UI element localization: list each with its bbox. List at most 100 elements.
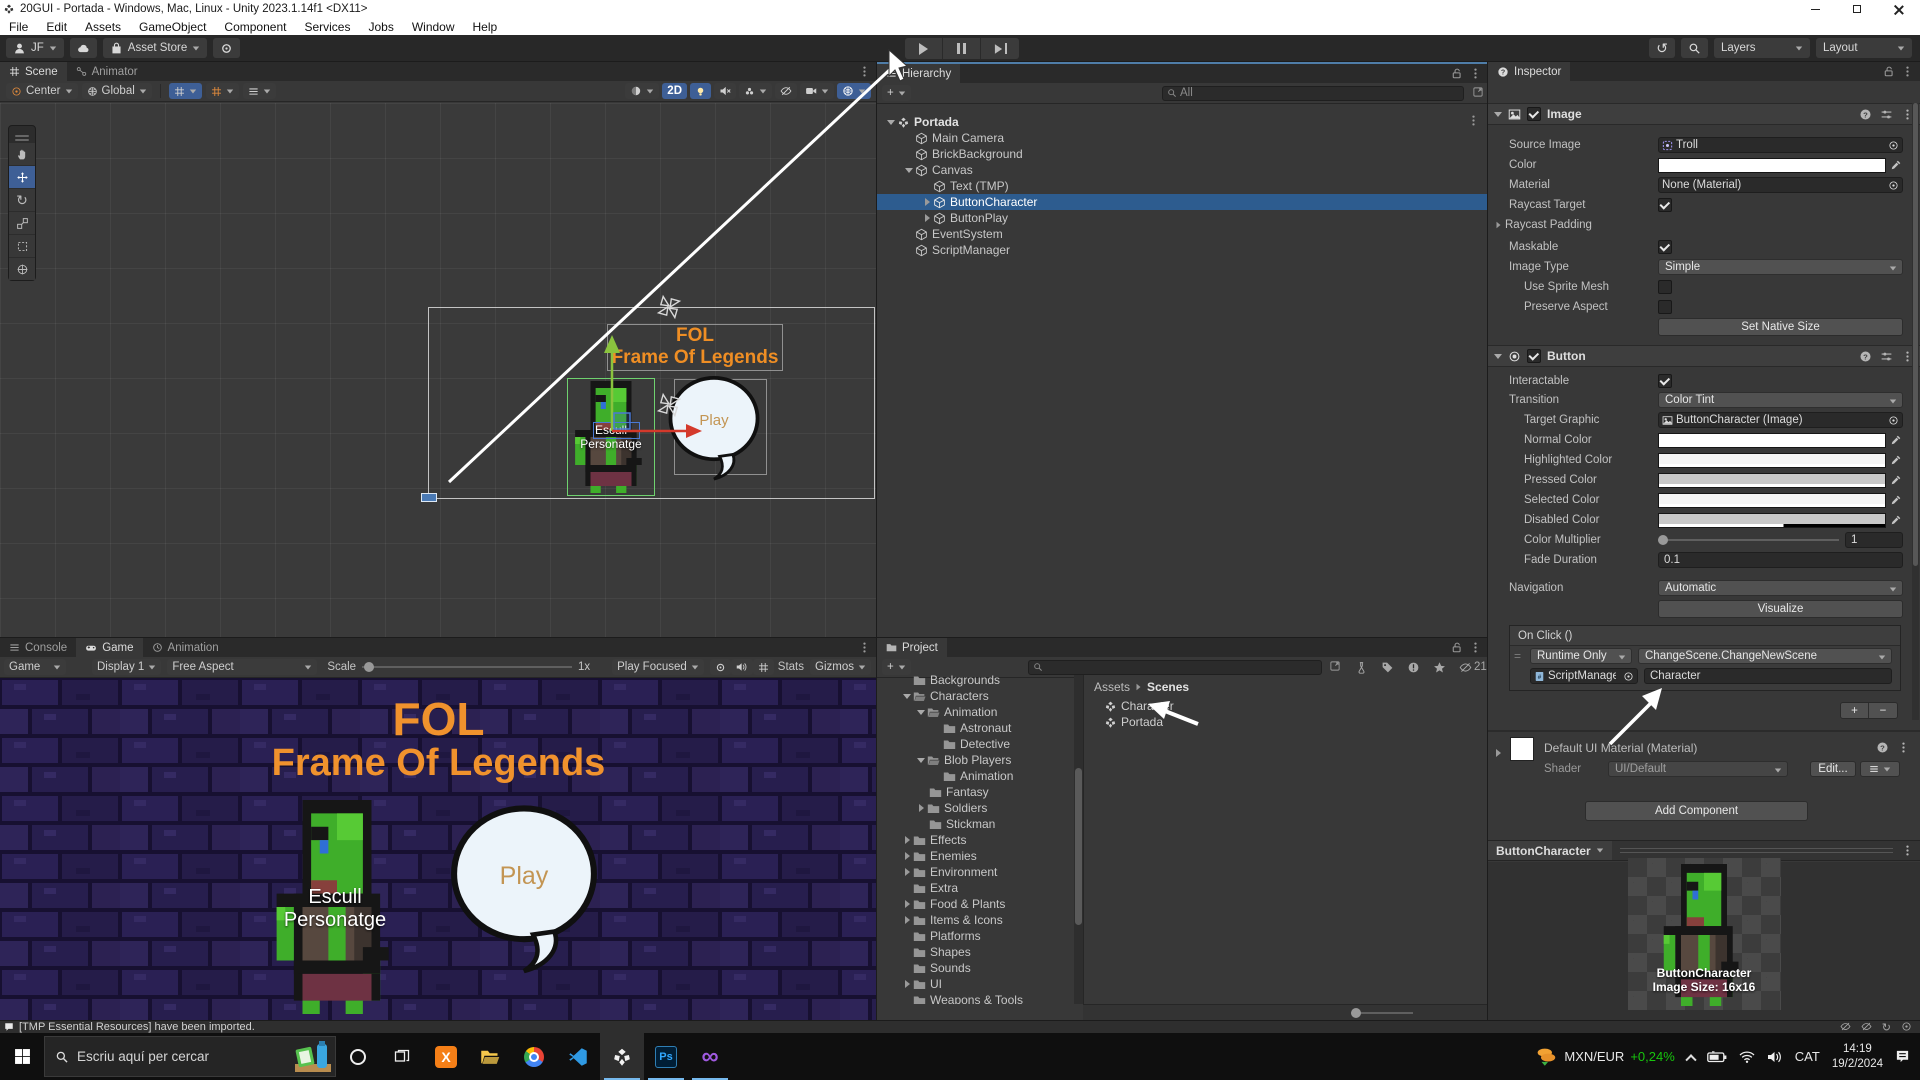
- tab-hierarchy[interactable]: Hierarchy: [877, 64, 960, 83]
- game-audio-toggle[interactable]: [731, 659, 753, 675]
- folder-soldiers[interactable]: Soldiers: [877, 800, 1074, 816]
- preview-menu-icon[interactable]: [1901, 844, 1914, 857]
- taskbar-search[interactable]: [44, 1036, 336, 1077]
- lock-icon[interactable]: [1450, 67, 1463, 80]
- object-picker-icon[interactable]: [1623, 671, 1634, 682]
- asset-portada-scene[interactable]: Portada: [1084, 714, 1488, 730]
- search-by-type-icon[interactable]: [1355, 661, 1368, 674]
- preset-icon[interactable]: [1880, 350, 1893, 363]
- maskable-checkbox[interactable]: [1658, 240, 1672, 254]
- folder-enemies[interactable]: Enemies: [877, 848, 1074, 864]
- hierarchy-search-input[interactable]: All: [1162, 86, 1464, 101]
- tray-expand-chevron[interactable]: [1685, 1054, 1696, 1065]
- image-type-dropdown[interactable]: Simple: [1658, 259, 1903, 275]
- folder-animation[interactable]: Animation: [877, 704, 1074, 720]
- project-add-button[interactable]: +: [882, 659, 911, 675]
- folder-fantasy[interactable]: Fantasy: [877, 784, 1074, 800]
- search-window-icon[interactable]: [1472, 86, 1484, 98]
- minimize-button[interactable]: [1794, 0, 1836, 18]
- folder-backgrounds[interactable]: Backgrounds: [877, 675, 1074, 688]
- lock-icon[interactable]: [1450, 641, 1463, 654]
- game-display-target-dropdown[interactable]: Game: [4, 659, 66, 675]
- battery-icon[interactable]: [1707, 1051, 1727, 1063]
- interactable-checkbox[interactable]: [1658, 374, 1672, 388]
- pane-menu-icon[interactable]: [1469, 67, 1482, 80]
- scene-viewport[interactable]: ↻ FOLFrame Of Legends Play EscullPersona…: [0, 103, 877, 638]
- remove-event-button[interactable]: −: [1869, 703, 1897, 718]
- taskbar-search-input[interactable]: [77, 1049, 247, 1064]
- folder-platforms[interactable]: Platforms: [877, 928, 1074, 944]
- add-component-button[interactable]: Add Component: [1585, 801, 1808, 821]
- raycast-target-checkbox[interactable]: [1658, 198, 1672, 212]
- object-picker-icon[interactable]: [1888, 415, 1899, 426]
- hierarchy-item-buttonplay[interactable]: ButtonPlay: [877, 210, 1488, 226]
- normal-color-field[interactable]: [1658, 433, 1903, 448]
- display-dropdown[interactable]: Display 1: [92, 659, 161, 675]
- ticker-widget[interactable]: MXN/EUR +0,24%: [1536, 1047, 1674, 1067]
- event-drag-handle[interactable]: =: [1514, 649, 1524, 663]
- folder-detective[interactable]: Detective: [877, 736, 1074, 752]
- hierarchy-item-text-tmp[interactable]: Text (TMP): [877, 178, 1488, 194]
- menu-edit[interactable]: Edit: [37, 20, 76, 34]
- undo-history-button[interactable]: ↺: [1649, 38, 1675, 58]
- eyedropper-icon[interactable]: [1890, 435, 1901, 446]
- snap-increment-toggle[interactable]: [206, 83, 239, 99]
- project-search-input[interactable]: [1028, 660, 1322, 675]
- tab-console[interactable]: Console: [0, 638, 76, 657]
- event-target-field[interactable]: ScriptManager: [1530, 668, 1638, 684]
- menu-services[interactable]: Services: [295, 20, 359, 34]
- scrollbar-thumb[interactable]: [1913, 103, 1918, 566]
- menu-window[interactable]: Window: [403, 20, 464, 34]
- chrome-button[interactable]: [512, 1033, 556, 1080]
- grid-snap-toggle[interactable]: [169, 83, 202, 99]
- material-field[interactable]: None (Material): [1658, 177, 1903, 193]
- global-search-button[interactable]: [1681, 38, 1708, 58]
- refresh-icon[interactable]: ↻: [1882, 1021, 1891, 1034]
- play-button[interactable]: [905, 38, 943, 59]
- shader-list-button[interactable]: [1860, 761, 1900, 777]
- tool-handle-dropdown[interactable]: Center: [6, 83, 78, 99]
- hierarchy-item-portada[interactable]: Portada: [877, 114, 1488, 130]
- stats-toggle[interactable]: Stats: [778, 661, 804, 673]
- settings-button[interactable]: [213, 38, 240, 58]
- menu-file[interactable]: File: [0, 20, 37, 34]
- inspector-scrollbar[interactable]: [1912, 103, 1919, 720]
- ruler-snap-toggle[interactable]: [243, 83, 276, 99]
- move-gizmo[interactable]: [0, 103, 877, 638]
- tab-game[interactable]: Game: [76, 638, 142, 657]
- tab-scene[interactable]: Scene: [0, 62, 67, 81]
- 2d-toggle[interactable]: 2D: [662, 83, 687, 99]
- object-picker-icon[interactable]: [1888, 140, 1899, 151]
- preset-icon[interactable]: [1880, 108, 1893, 121]
- hierarchy-item-scriptmanager[interactable]: ScriptManager: [877, 242, 1488, 258]
- tab-inspector[interactable]: Inspector: [1488, 62, 1570, 81]
- event-function-dropdown[interactable]: ChangeScene.ChangeNewScene: [1638, 648, 1892, 664]
- hierarchy-item-buttoncharacter[interactable]: ButtonCharacter: [877, 194, 1488, 210]
- help-icon[interactable]: [1859, 350, 1872, 363]
- photoshop-button[interactable]: Ps: [644, 1033, 688, 1080]
- eyedropper-icon[interactable]: [1890, 515, 1901, 526]
- disabled-color-field[interactable]: [1658, 513, 1903, 528]
- button-component-header[interactable]: Button: [1488, 345, 1920, 367]
- search-window-icon[interactable]: [1329, 660, 1341, 672]
- folder-extra[interactable]: Extra: [877, 880, 1074, 896]
- material-menu-icon[interactable]: [1897, 741, 1910, 754]
- pressed-color-field[interactable]: [1658, 473, 1903, 488]
- folder-ui[interactable]: UI: [877, 976, 1074, 992]
- breadcrumb-assets[interactable]: Assets: [1094, 680, 1130, 694]
- material-foldout[interactable]: [1496, 746, 1501, 760]
- object-picker-icon[interactable]: [1888, 180, 1899, 191]
- pane-menu-icon[interactable]: [858, 641, 871, 654]
- folder-environment[interactable]: Environment: [877, 864, 1074, 880]
- highlighted-color-field[interactable]: [1658, 453, 1903, 468]
- pane-menu-icon[interactable]: [1469, 641, 1482, 654]
- close-button[interactable]: [1878, 0, 1920, 18]
- step-button[interactable]: [981, 38, 1019, 59]
- visualize-button[interactable]: Visualize: [1658, 600, 1903, 618]
- folder-shapes[interactable]: Shapes: [877, 944, 1074, 960]
- game-gizmos-dropdown[interactable]: Gizmos: [810, 659, 871, 675]
- folder-weapons-tools[interactable]: Weapons & Tools: [877, 992, 1074, 1004]
- hierarchy-item-canvas[interactable]: Canvas: [877, 162, 1488, 178]
- folder-characters[interactable]: Characters: [877, 688, 1074, 704]
- status-message[interactable]: [TMP Essential Resources] have been impo…: [19, 1021, 255, 1033]
